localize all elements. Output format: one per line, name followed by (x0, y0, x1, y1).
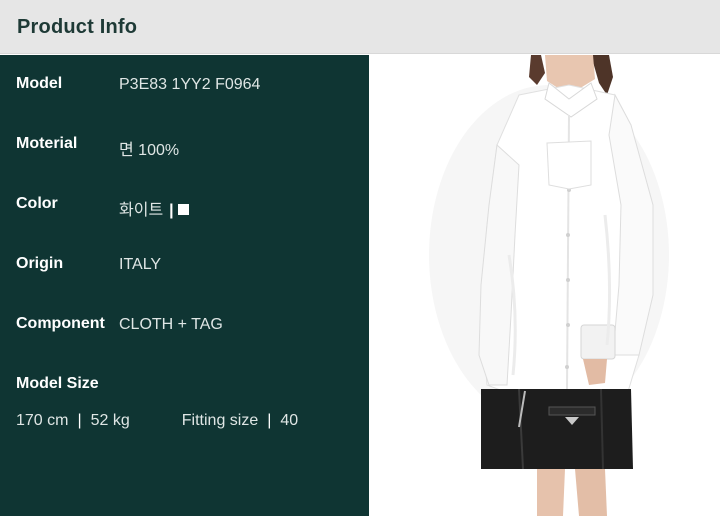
product-info-panel: Model P3E83 1YY2 F0964 Moterial 면 100% C… (0, 55, 369, 516)
material-label: Moterial (16, 135, 78, 152)
color-separator: | (169, 202, 174, 219)
size-divider: | (77, 412, 82, 429)
color-value: 화이트 (119, 202, 164, 219)
model-weight: 52 kg (90, 412, 130, 429)
component-label: Component (16, 315, 105, 332)
info-row-component: Component CLOTH + TAG (16, 315, 356, 339)
info-row-model: Model P3E83 1YY2 F0964 (16, 75, 356, 99)
model-figure-illustration (429, 55, 669, 516)
model-size-line: 170 cm | 52 kg Fitting size | 40 (16, 412, 356, 436)
model-value: P3E83 1YY2 F0964 (119, 76, 261, 93)
fitting-size-label: Fitting size (181, 412, 259, 429)
info-row-color: Color 화이트 | (16, 195, 356, 219)
color-value-group: 화이트 | (119, 196, 189, 220)
origin-label: Origin (16, 255, 64, 272)
info-row-origin: Origin ITALY (16, 255, 356, 279)
fitting-size-value: 40 (280, 412, 299, 429)
material-value: 면 100% (119, 142, 180, 159)
section-header: Product Info (0, 0, 720, 54)
model-label: Model (16, 75, 63, 92)
info-row-model-size: Model Size (16, 375, 356, 399)
fitting-divider: | (267, 412, 272, 429)
color-swatch (177, 204, 189, 215)
product-photo (369, 55, 720, 516)
model-size-label: Model Size (16, 375, 99, 392)
model-height: 170 cm (16, 412, 69, 429)
origin-value: ITALY (119, 256, 162, 273)
section-title: Product Info (17, 16, 138, 38)
component-value: CLOTH + TAG (119, 316, 223, 333)
info-row-material: Moterial 면 100% (16, 135, 356, 159)
color-label: Color (16, 195, 58, 212)
